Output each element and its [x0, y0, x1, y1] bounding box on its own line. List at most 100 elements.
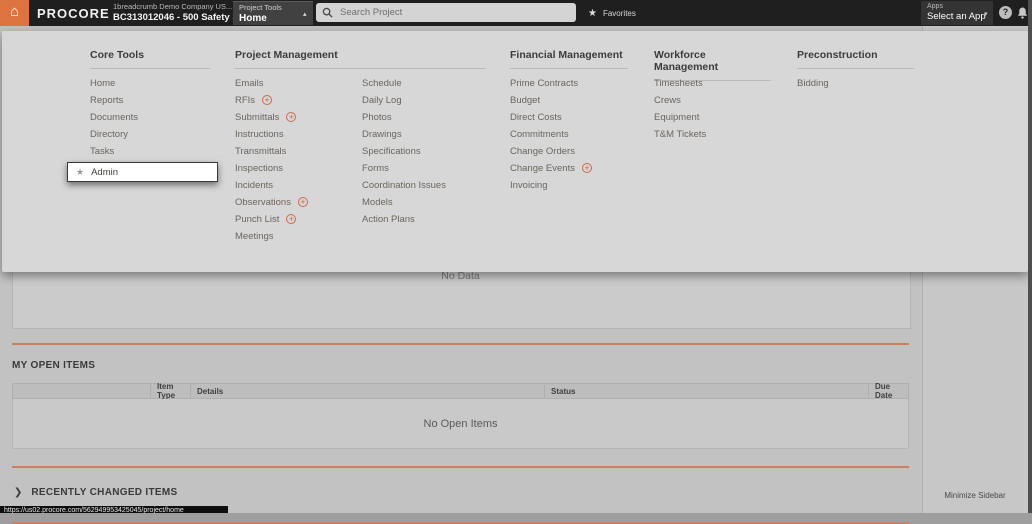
- menu-item-label: Invoicing: [510, 179, 548, 191]
- menu-item-label: Admin: [91, 166, 119, 178]
- menu-item-specifications[interactable]: Specifications: [362, 145, 446, 157]
- procore-logo: PROCORE: [37, 6, 110, 21]
- project-search[interactable]: [316, 3, 576, 22]
- menu-item-reports[interactable]: Reports: [90, 94, 218, 106]
- menu-item-label: Bidding: [797, 77, 829, 89]
- menu-item-documents[interactable]: Documents: [90, 111, 218, 123]
- menu-item-label: Action Plans: [362, 213, 415, 225]
- quick-create-plus-icon[interactable]: +: [581, 163, 592, 173]
- menu-item-coordination-issues[interactable]: Coordination Issues: [362, 179, 446, 191]
- quick-create-plus-icon[interactable]: +: [262, 95, 273, 105]
- menu-item-label: Equipment: [654, 111, 700, 123]
- header-cell-empty: [13, 384, 151, 398]
- menu-item-label: Change Events: [510, 162, 575, 174]
- menu-item-invoicing[interactable]: Invoicing: [510, 179, 592, 191]
- status-bar-text: https://us02.procore.com/562949953425045…: [4, 507, 184, 513]
- menu-item-admin[interactable]: ★ Admin: [67, 162, 218, 182]
- search-input[interactable]: [338, 6, 570, 19]
- menu-item-label: Tasks: [90, 145, 115, 157]
- menu-item-label: Meetings: [235, 230, 274, 242]
- menu-column-financial-management: Financial Management Prime Contracts Budg…: [510, 49, 628, 191]
- header-cell-item-type: Item Type: [151, 382, 191, 400]
- menu-item-label: Reports: [90, 94, 124, 106]
- menu-column-title: Preconstruction: [797, 49, 914, 69]
- menu-item-direct-costs[interactable]: Direct Costs: [510, 111, 592, 123]
- menu-item-punch-list[interactable]: Punch List +: [235, 213, 308, 225]
- menu-item-meetings[interactable]: Meetings: [235, 230, 308, 242]
- menu-column-title: Core Tools: [90, 49, 210, 69]
- menu-item-label: Schedule: [362, 77, 402, 89]
- menu-item-directory[interactable]: Directory: [90, 128, 218, 140]
- menu-item-label: T&M Tickets: [654, 128, 707, 140]
- menu-item-forms[interactable]: Forms: [362, 162, 446, 174]
- menu-column-title: Project Management: [235, 49, 485, 69]
- star-icon: ★: [76, 166, 85, 177]
- apps-dropdown[interactable]: Apps Select an App: [921, 1, 993, 25]
- apps-label: Apps: [927, 3, 943, 10]
- help-icon[interactable]: ?: [999, 6, 1012, 19]
- menu-item-change-orders[interactable]: Change Orders: [510, 145, 592, 157]
- menu-item-models[interactable]: Models: [362, 196, 446, 208]
- menu-item-photos[interactable]: Photos: [362, 111, 446, 123]
- menu-item-submittals[interactable]: Submittals +: [235, 111, 308, 123]
- apps-value: Select an App: [927, 11, 986, 22]
- menu-item-timesheets[interactable]: Timesheets: [654, 77, 706, 89]
- menu-item-label: Transmittals: [235, 145, 287, 157]
- menu-item-incidents[interactable]: Incidents: [235, 179, 308, 191]
- section-divider: [12, 466, 909, 468]
- home-icon[interactable]: ⌂: [0, 0, 29, 26]
- menu-item-tasks[interactable]: Tasks: [90, 145, 218, 157]
- favorites-label: Favorites: [602, 9, 636, 18]
- project-tools-mega-menu: Core Tools Home Reports Documents Directory…: [2, 31, 1028, 272]
- quick-create-plus-icon[interactable]: +: [286, 214, 297, 224]
- menu-item-bidding[interactable]: Bidding: [797, 77, 829, 89]
- menu-item-label: Photos: [362, 111, 392, 123]
- menu-item-t-m-tickets[interactable]: T&M Tickets: [654, 128, 706, 140]
- section-divider: [12, 343, 909, 345]
- notifications-bell-icon[interactable]: [1017, 6, 1028, 24]
- menu-item-label: Home: [90, 77, 116, 89]
- menu-column-core-tools: Core Tools Home Reports Documents Directory…: [67, 49, 218, 182]
- menu-item-label: Directory: [90, 128, 129, 140]
- menu-item-label: Submittals: [235, 111, 280, 123]
- menu-item-label: Daily Log: [362, 94, 402, 106]
- menu-item-label: Models: [362, 196, 393, 208]
- menu-item-crews[interactable]: Crews: [654, 94, 706, 106]
- menu-item-drawings[interactable]: Drawings: [362, 128, 446, 140]
- minimize-sidebar-button[interactable]: Minimize Sidebar: [922, 491, 1028, 500]
- menu-item-budget[interactable]: Budget: [510, 94, 592, 106]
- menu-item-label: Documents: [90, 111, 139, 123]
- menu-item-observations[interactable]: Observations +: [235, 196, 308, 208]
- menu-column-project-management: Project Management Emails RFIs + Submittals…: [235, 49, 485, 242]
- project-tools-dropdown[interactable]: Project Tools Home: [233, 1, 313, 25]
- menu-item-label: Prime Contracts: [510, 77, 579, 89]
- menu-item-inspections[interactable]: Inspections: [235, 162, 308, 174]
- menu-item-instructions[interactable]: Instructions: [235, 128, 308, 140]
- my-open-items-title: MY OPEN ITEMS: [12, 360, 96, 371]
- menu-item-label: Crews: [654, 94, 681, 106]
- favorites-button[interactable]: ★ Favorites: [588, 8, 636, 19]
- menu-item-change-events[interactable]: Change Events +: [510, 162, 592, 174]
- top-navigation-bar: ⌂ PROCORE 1breadcrumb Demo Company US...…: [0, 0, 1032, 26]
- menu-item-daily-log[interactable]: Daily Log: [362, 94, 446, 106]
- recently-changed-items-section[interactable]: ❯ RECENTLY CHANGED ITEMS: [14, 487, 177, 498]
- menu-item-commitments[interactable]: Commitments: [510, 128, 592, 140]
- menu-item-label: Budget: [510, 94, 541, 106]
- menu-item-schedule[interactable]: Schedule: [362, 77, 446, 89]
- menu-item-home[interactable]: Home: [90, 77, 218, 89]
- my-open-items-table-header: Item Type Details Status Due Date: [12, 382, 909, 400]
- menu-item-prime-contracts[interactable]: Prime Contracts: [510, 77, 592, 89]
- quick-create-plus-icon[interactable]: +: [286, 112, 297, 122]
- menu-item-rfis[interactable]: RFIs +: [235, 94, 308, 106]
- menu-item-label: Forms: [362, 162, 389, 174]
- header-cell-details: Details: [191, 384, 545, 398]
- menu-item-label: Observations: [235, 196, 291, 208]
- menu-item-emails[interactable]: Emails: [235, 77, 308, 89]
- menu-item-label: Specifications: [362, 145, 421, 157]
- menu-item-label: Timesheets: [654, 77, 703, 89]
- quick-create-plus-icon[interactable]: +: [297, 197, 308, 207]
- menu-item-transmittals[interactable]: Transmittals: [235, 145, 308, 157]
- menu-item-action-plans[interactable]: Action Plans: [362, 213, 446, 225]
- menu-item-label: Direct Costs: [510, 111, 562, 123]
- menu-item-equipment[interactable]: Equipment: [654, 111, 706, 123]
